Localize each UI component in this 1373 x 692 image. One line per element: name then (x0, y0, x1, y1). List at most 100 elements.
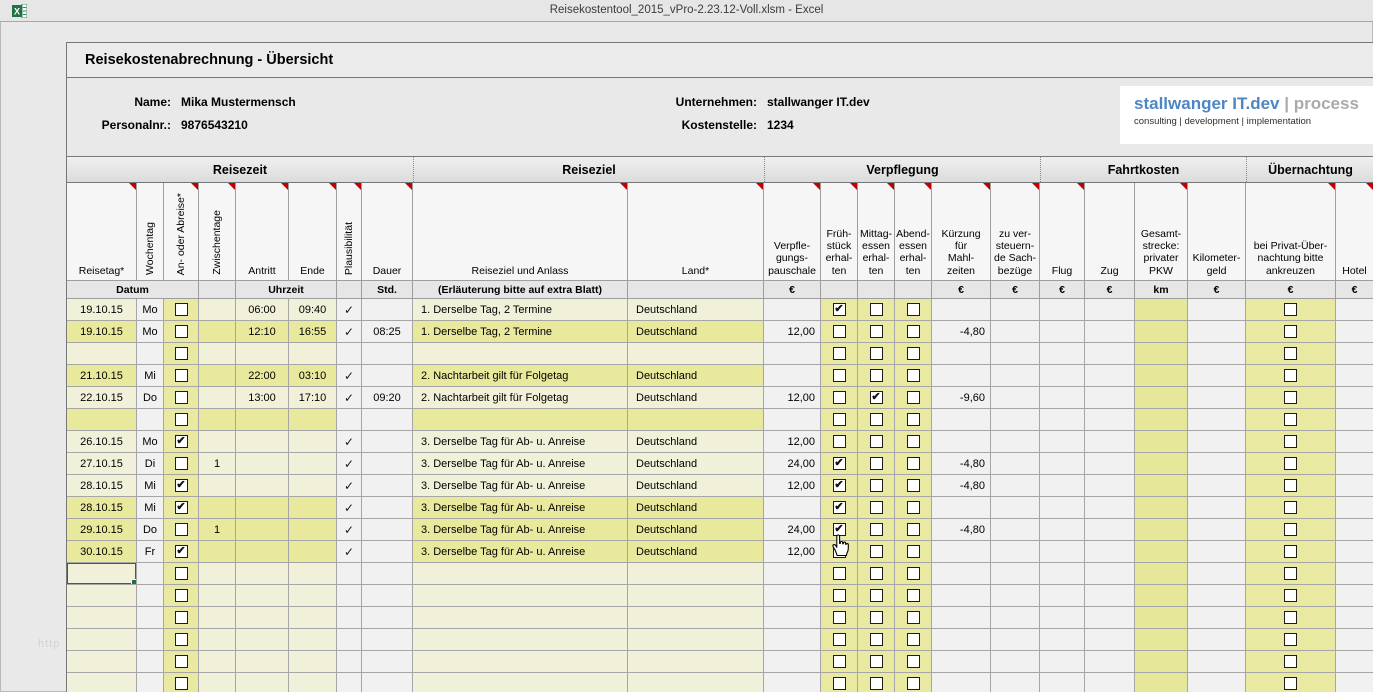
cell-abend[interactable] (895, 475, 932, 497)
cell-reiseziel[interactable] (413, 409, 628, 431)
cell-zug[interactable] (1085, 519, 1135, 541)
cell-flug[interactable] (1040, 497, 1085, 519)
cell-hotel[interactable] (1336, 519, 1373, 541)
cell-zug[interactable] (1085, 541, 1135, 563)
cell-land[interactable] (628, 585, 764, 607)
name-value[interactable]: Mika Mustermensch (171, 91, 296, 114)
cell-zwischentage[interactable] (199, 607, 236, 629)
cell-reiseziel[interactable]: 3. Derselbe Tag für Ab- u. Anreise (413, 475, 628, 497)
checkbox-mittag[interactable] (870, 545, 883, 558)
cell-hotel[interactable] (1336, 497, 1373, 519)
cell-reisetag[interactable] (67, 585, 137, 607)
cell-dauer[interactable] (362, 541, 413, 563)
cell-zug[interactable] (1085, 607, 1135, 629)
checkbox-fruehstueck[interactable] (833, 589, 846, 602)
cell-antritt[interactable] (236, 409, 289, 431)
checkbox-beiprivat[interactable] (1284, 413, 1297, 426)
cell-anabreise[interactable] (164, 629, 199, 651)
checkbox-mittag[interactable] (870, 435, 883, 448)
cell-zug[interactable] (1085, 497, 1135, 519)
cell-zwischentage[interactable] (199, 409, 236, 431)
checkbox-beiprivat[interactable] (1284, 347, 1297, 360)
cell-dauer[interactable] (362, 519, 413, 541)
cell-flug[interactable] (1040, 409, 1085, 431)
cell-kuerzung[interactable] (932, 343, 991, 365)
cell-strecke[interactable] (1135, 651, 1188, 673)
cell-mittag[interactable] (858, 519, 895, 541)
cell-zwischentage[interactable] (199, 365, 236, 387)
checkbox-mittag[interactable] (870, 303, 883, 316)
cell-ende[interactable] (289, 629, 337, 651)
cell-kmgeld[interactable] (1188, 453, 1246, 475)
cell-kmgeld[interactable] (1188, 387, 1246, 409)
cell-wochentag[interactable]: Fr (137, 541, 164, 563)
cell-zwischentage[interactable] (199, 541, 236, 563)
cell-anabreise[interactable] (164, 651, 199, 673)
cell-vp[interactable] (764, 343, 821, 365)
cell-zuverst[interactable] (991, 651, 1040, 673)
cell-ende[interactable]: 09:40 (289, 299, 337, 321)
checkbox-mittag[interactable]: ✔ (870, 391, 883, 404)
cell-strecke[interactable] (1135, 453, 1188, 475)
cell-dauer[interactable] (362, 607, 413, 629)
cell-flug[interactable] (1040, 585, 1085, 607)
cell-ende[interactable] (289, 673, 337, 692)
cell-strecke[interactable] (1135, 497, 1188, 519)
cell-reiseziel[interactable] (413, 607, 628, 629)
cell-vp[interactable]: 12,00 (764, 321, 821, 343)
cell-anabreise[interactable]: ✔ (164, 431, 199, 453)
cell-antritt[interactable] (236, 497, 289, 519)
cell-zuverst[interactable] (991, 607, 1040, 629)
checkbox-beiprivat[interactable] (1284, 589, 1297, 602)
cell-beiprivat[interactable] (1246, 343, 1336, 365)
cell-plausi[interactable]: ✓ (337, 431, 362, 453)
checkbox-fruehstueck[interactable] (833, 347, 846, 360)
cell-abend[interactable] (895, 519, 932, 541)
cell-flug[interactable] (1040, 475, 1085, 497)
cell-vp[interactable] (764, 651, 821, 673)
cell-hotel[interactable] (1336, 387, 1373, 409)
cell-dauer[interactable] (362, 299, 413, 321)
cell-land[interactable]: Deutschland (628, 541, 764, 563)
checkbox-beiprivat[interactable] (1284, 457, 1297, 470)
cell-flug[interactable] (1040, 387, 1085, 409)
checkbox-anabreise[interactable]: ✔ (175, 479, 188, 492)
checkbox-beiprivat[interactable] (1284, 567, 1297, 580)
checkbox-abend[interactable] (907, 457, 920, 470)
cell-reisetag[interactable] (67, 629, 137, 651)
checkbox-abend[interactable] (907, 369, 920, 382)
checkbox-fruehstueck[interactable] (833, 611, 846, 624)
checkbox-fruehstueck[interactable]: ✔ (833, 479, 846, 492)
cell-kmgeld[interactable] (1188, 409, 1246, 431)
checkbox-fruehstueck[interactable]: ✔ (833, 501, 846, 514)
checkbox-anabreise[interactable] (175, 589, 188, 602)
cell-zug[interactable] (1085, 563, 1135, 585)
checkbox-abend[interactable] (907, 501, 920, 514)
cell-plausi[interactable] (337, 585, 362, 607)
cell-dauer[interactable]: 09:20 (362, 387, 413, 409)
cell-strecke[interactable] (1135, 629, 1188, 651)
cell-ende[interactable] (289, 607, 337, 629)
cell-antritt[interactable] (236, 629, 289, 651)
cell-wochentag[interactable]: Mo (137, 431, 164, 453)
checkbox-anabreise[interactable] (175, 369, 188, 382)
cell-anabreise[interactable] (164, 299, 199, 321)
cell-zug[interactable] (1085, 365, 1135, 387)
cell-hotel[interactable] (1336, 475, 1373, 497)
cell-strecke[interactable] (1135, 673, 1188, 692)
cell-zwischentage[interactable] (199, 343, 236, 365)
cell-abend[interactable] (895, 607, 932, 629)
cell-mittag[interactable] (858, 321, 895, 343)
cell-mittag[interactable] (858, 585, 895, 607)
cell-hotel[interactable] (1336, 585, 1373, 607)
checkbox-anabreise[interactable] (175, 523, 188, 536)
cell-beiprivat[interactable] (1246, 541, 1336, 563)
cell-zwischentage[interactable] (199, 651, 236, 673)
cell-kuerzung[interactable] (932, 497, 991, 519)
cell-reisetag[interactable]: 28.10.15 (67, 475, 137, 497)
cell-beiprivat[interactable] (1246, 431, 1336, 453)
cell-wochentag[interactable]: Do (137, 387, 164, 409)
cell-kuerzung[interactable]: -4,80 (932, 475, 991, 497)
checkbox-fruehstueck[interactable] (833, 435, 846, 448)
cell-vp[interactable] (764, 673, 821, 692)
